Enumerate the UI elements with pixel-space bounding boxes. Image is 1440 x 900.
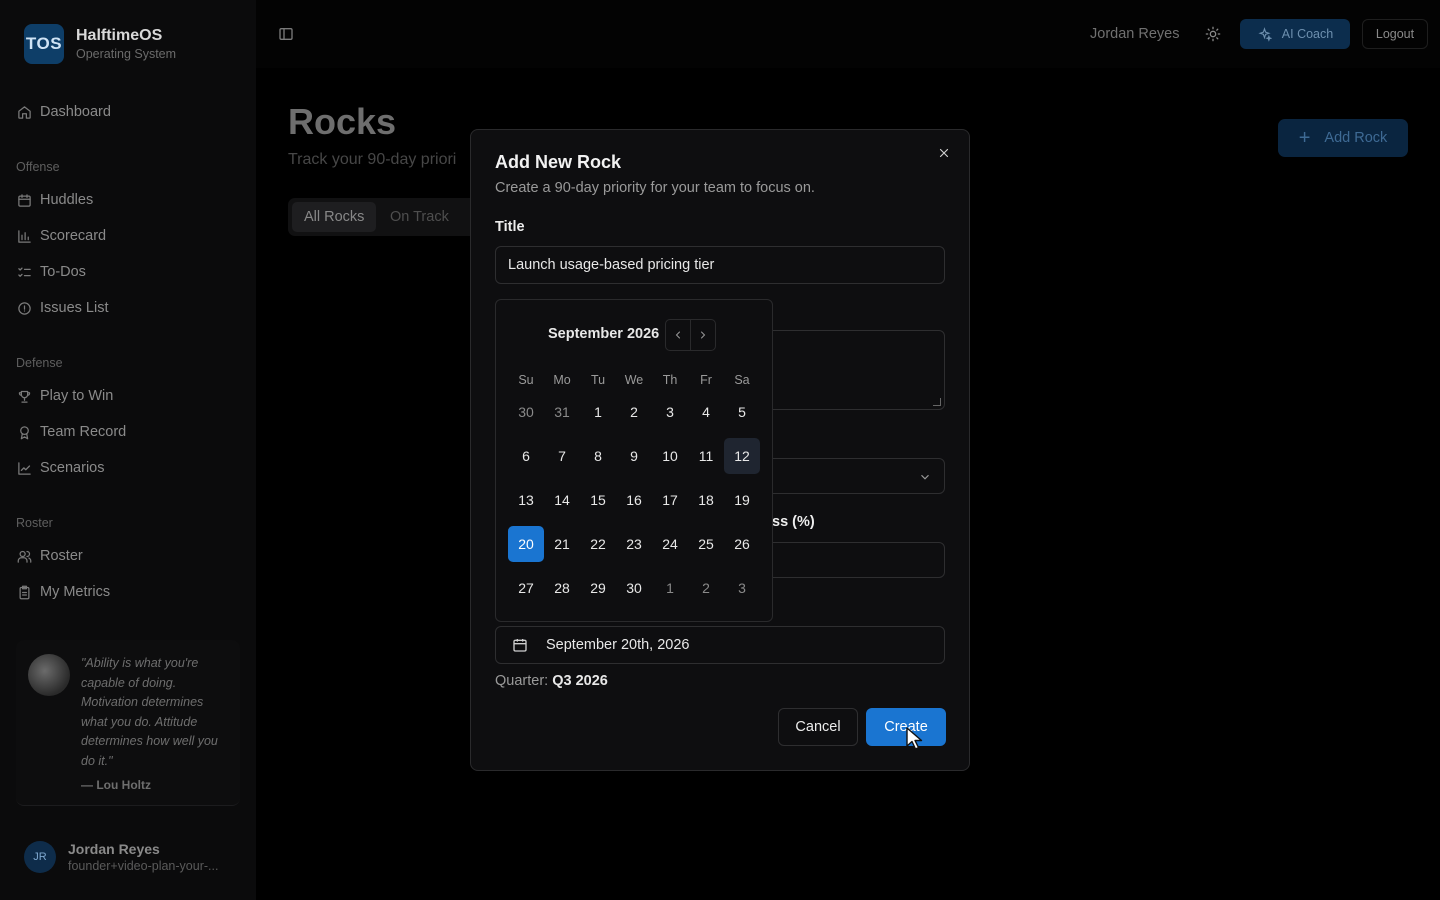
calendar-day[interactable]: 8	[580, 438, 616, 474]
weekday-header: Su Mo Tu We Th Fr Sa	[508, 362, 760, 394]
calendar-day[interactable]: 2	[688, 570, 724, 606]
resize-handle[interactable]	[933, 398, 941, 406]
calendar-day[interactable]: 16	[616, 482, 652, 518]
calendar-week: 30 31 1 2 3 4 5	[508, 394, 760, 438]
calendar-day[interactable]: 21	[544, 526, 580, 562]
calendar-month-label: September 2026	[548, 326, 660, 342]
calendar-icon	[513, 639, 527, 652]
weekday-label: Mo	[553, 373, 571, 387]
calendar-day[interactable]: 5	[724, 394, 760, 430]
chevron-down-icon	[921, 474, 929, 480]
calendar-day[interactable]: 25	[688, 526, 724, 562]
quarter-value: Q3 2026	[552, 673, 608, 689]
calendar-day[interactable]: 6	[508, 438, 544, 474]
weekday-label: Tu	[590, 373, 606, 387]
calendar-day[interactable]: 29	[580, 570, 616, 606]
calendar-day[interactable]: 24	[652, 526, 688, 562]
date-picker-popover: September 2026 Su Mo Tu We Th Fr Sa 30 3…	[495, 299, 773, 622]
next-month-button[interactable]	[690, 319, 716, 351]
calendar-day[interactable]: 15	[580, 482, 616, 518]
calendar-day[interactable]: 7	[544, 438, 580, 474]
calendar-day-selected[interactable]: 20	[508, 526, 544, 562]
calendar-day[interactable]: 22	[580, 526, 616, 562]
calendar-day[interactable]: 19	[724, 482, 760, 518]
cancel-button[interactable]: Cancel	[778, 708, 858, 746]
calendar-day[interactable]: 11	[688, 438, 724, 474]
calendar-week: 27 28 29 30 1 2 3	[508, 570, 760, 614]
chevron-right-icon	[701, 331, 706, 339]
title-label: Title	[495, 219, 525, 235]
calendar-day[interactable]: 17	[652, 482, 688, 518]
quarter-info: Quarter: Q3 2026	[495, 673, 608, 689]
calendar-day[interactable]: 28	[544, 570, 580, 606]
calendar-grid: Su Mo Tu We Th Fr Sa 30 31 1 2 3 4 5 6 7…	[508, 362, 760, 614]
calendar-day[interactable]: 3	[724, 570, 760, 606]
calendar-day[interactable]: 1	[580, 394, 616, 430]
weekday-label: Sa	[734, 373, 750, 387]
title-input[interactable]: Launch usage-based pricing tier	[495, 246, 945, 284]
calendar-day-today[interactable]: 12	[724, 438, 760, 474]
chevron-left-icon	[675, 331, 680, 339]
calendar-day[interactable]: 18	[688, 482, 724, 518]
progress-label: ss (%)	[772, 514, 815, 530]
weekday-label: Su	[518, 373, 534, 387]
due-date-picker-button[interactable]: September 20th, 2026	[495, 626, 945, 664]
weekday-label: Th	[662, 373, 678, 387]
calendar-day[interactable]: 26	[724, 526, 760, 562]
calendar-week: 6 7 8 9 10 11 12	[508, 438, 760, 482]
dialog-description: Create a 90-day priority for your team t…	[495, 180, 815, 196]
dialog-title: Add New Rock	[495, 152, 622, 172]
calendar-day[interactable]: 30	[508, 394, 544, 430]
calendar-week: 13 14 15 16 17 18 19	[508, 482, 760, 526]
calendar-day[interactable]: 23	[616, 526, 652, 562]
calendar-day[interactable]: 2	[616, 394, 652, 430]
calendar-day[interactable]: 14	[544, 482, 580, 518]
close-icon[interactable]	[937, 146, 953, 162]
calendar-day[interactable]: 1	[652, 570, 688, 606]
calendar-day[interactable]: 31	[544, 394, 580, 430]
mouse-cursor-icon	[906, 727, 923, 750]
calendar-day[interactable]: 30	[616, 570, 652, 606]
calendar-day[interactable]: 9	[616, 438, 652, 474]
weekday-label: We	[624, 373, 644, 387]
calendar-day[interactable]: 4	[688, 394, 724, 430]
calendar-day[interactable]: 10	[652, 438, 688, 474]
calendar-week: 20 21 22 23 24 25 26	[508, 526, 760, 570]
calendar-day[interactable]: 27	[508, 570, 544, 606]
calendar-day[interactable]: 3	[652, 394, 688, 430]
previous-month-button[interactable]	[665, 319, 691, 351]
weekday-label: Fr	[700, 373, 712, 387]
calendar-day[interactable]: 13	[508, 482, 544, 518]
quarter-label: Quarter:	[495, 673, 549, 689]
due-date-value: September 20th, 2026	[546, 637, 690, 653]
